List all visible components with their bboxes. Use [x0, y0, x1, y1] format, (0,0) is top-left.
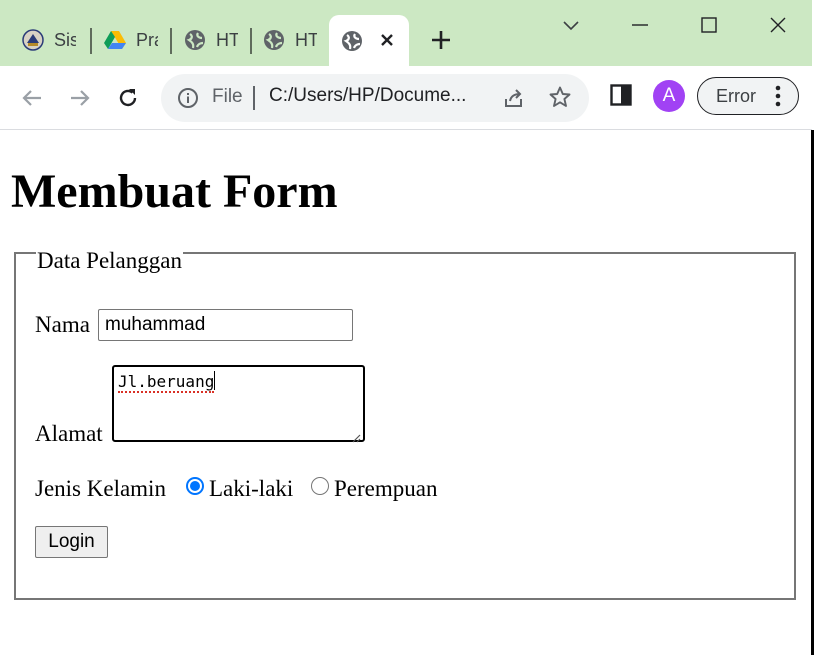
- tab-title: HT: [216, 29, 238, 50]
- tab-sis[interactable]: Sis: [22, 18, 76, 62]
- nama-input[interactable]: [98, 309, 353, 341]
- jenis-kelamin-label: Jenis Kelamin: [35, 476, 166, 501]
- laki-laki-label[interactable]: Laki-laki: [209, 476, 293, 502]
- reload-icon[interactable]: [112, 82, 144, 114]
- browser-toolbar: File C:/Users/HP/Docume... A Error: [0, 66, 812, 130]
- tab-divider: [90, 28, 92, 54]
- error-label: Error: [716, 86, 756, 106]
- globe-icon: [341, 30, 363, 52]
- forward-icon[interactable]: [64, 82, 96, 114]
- tab-title: Sis: [54, 29, 76, 50]
- radio-perempuan[interactable]: [311, 477, 329, 495]
- tab-pra[interactable]: Pra: [104, 18, 158, 62]
- bookmark-star-icon[interactable]: [548, 85, 572, 109]
- scheme-divider: [253, 86, 255, 110]
- profile-avatar[interactable]: A: [653, 80, 685, 112]
- close-tab-icon[interactable]: [375, 28, 399, 52]
- tab-strip: Sis Pra HT HT: [0, 0, 812, 67]
- tab-active[interactable]: [329, 15, 409, 67]
- alamat-label: Alamat: [35, 421, 103, 446]
- maximize-icon[interactable]: [691, 10, 727, 40]
- nama-label: Nama: [35, 312, 90, 337]
- share-icon[interactable]: [502, 86, 526, 110]
- globe-icon: [184, 29, 206, 51]
- perempuan-label[interactable]: Perempuan: [334, 476, 437, 502]
- seal-icon: [22, 29, 44, 51]
- address-bar[interactable]: File C:/Users/HP/Docume...: [161, 74, 589, 122]
- side-panel-icon[interactable]: [610, 84, 632, 106]
- tab-title: HT: [295, 29, 317, 50]
- tab-ht-2[interactable]: HT: [263, 18, 317, 62]
- alamat-text: Jl.beruang: [118, 372, 215, 393]
- back-icon[interactable]: [16, 82, 48, 114]
- tab-title: Pra: [136, 29, 158, 50]
- text-caret: [214, 371, 216, 390]
- globe-icon: [263, 29, 285, 51]
- page-content: Membuat Form Data Pelanggan Nama Alamat …: [0, 130, 810, 655]
- more-options-icon[interactable]: [774, 85, 782, 107]
- fieldset-legend: Data Pelanggan: [36, 248, 183, 274]
- alamat-textarea[interactable]: Jl.beruang: [112, 365, 365, 443]
- tab-ht-1[interactable]: HT: [184, 18, 238, 62]
- page-title: Membuat Form: [11, 165, 338, 218]
- tab-search-chevron-icon[interactable]: [553, 10, 589, 40]
- error-menu-button[interactable]: Error: [697, 77, 799, 115]
- login-button[interactable]: Login: [35, 526, 108, 558]
- url-text[interactable]: C:/Users/HP/Docume...: [269, 85, 466, 107]
- new-tab-icon[interactable]: [428, 27, 454, 53]
- radio-laki-laki[interactable]: [186, 477, 204, 495]
- tab-divider: [250, 28, 252, 54]
- info-icon[interactable]: [177, 87, 199, 109]
- minimize-icon[interactable]: [622, 10, 658, 40]
- resize-grip-icon[interactable]: [351, 428, 361, 443]
- google-drive-icon: [104, 29, 126, 51]
- scheme-label: File: [212, 86, 243, 107]
- close-window-icon[interactable]: [760, 10, 796, 40]
- tab-divider: [170, 28, 172, 54]
